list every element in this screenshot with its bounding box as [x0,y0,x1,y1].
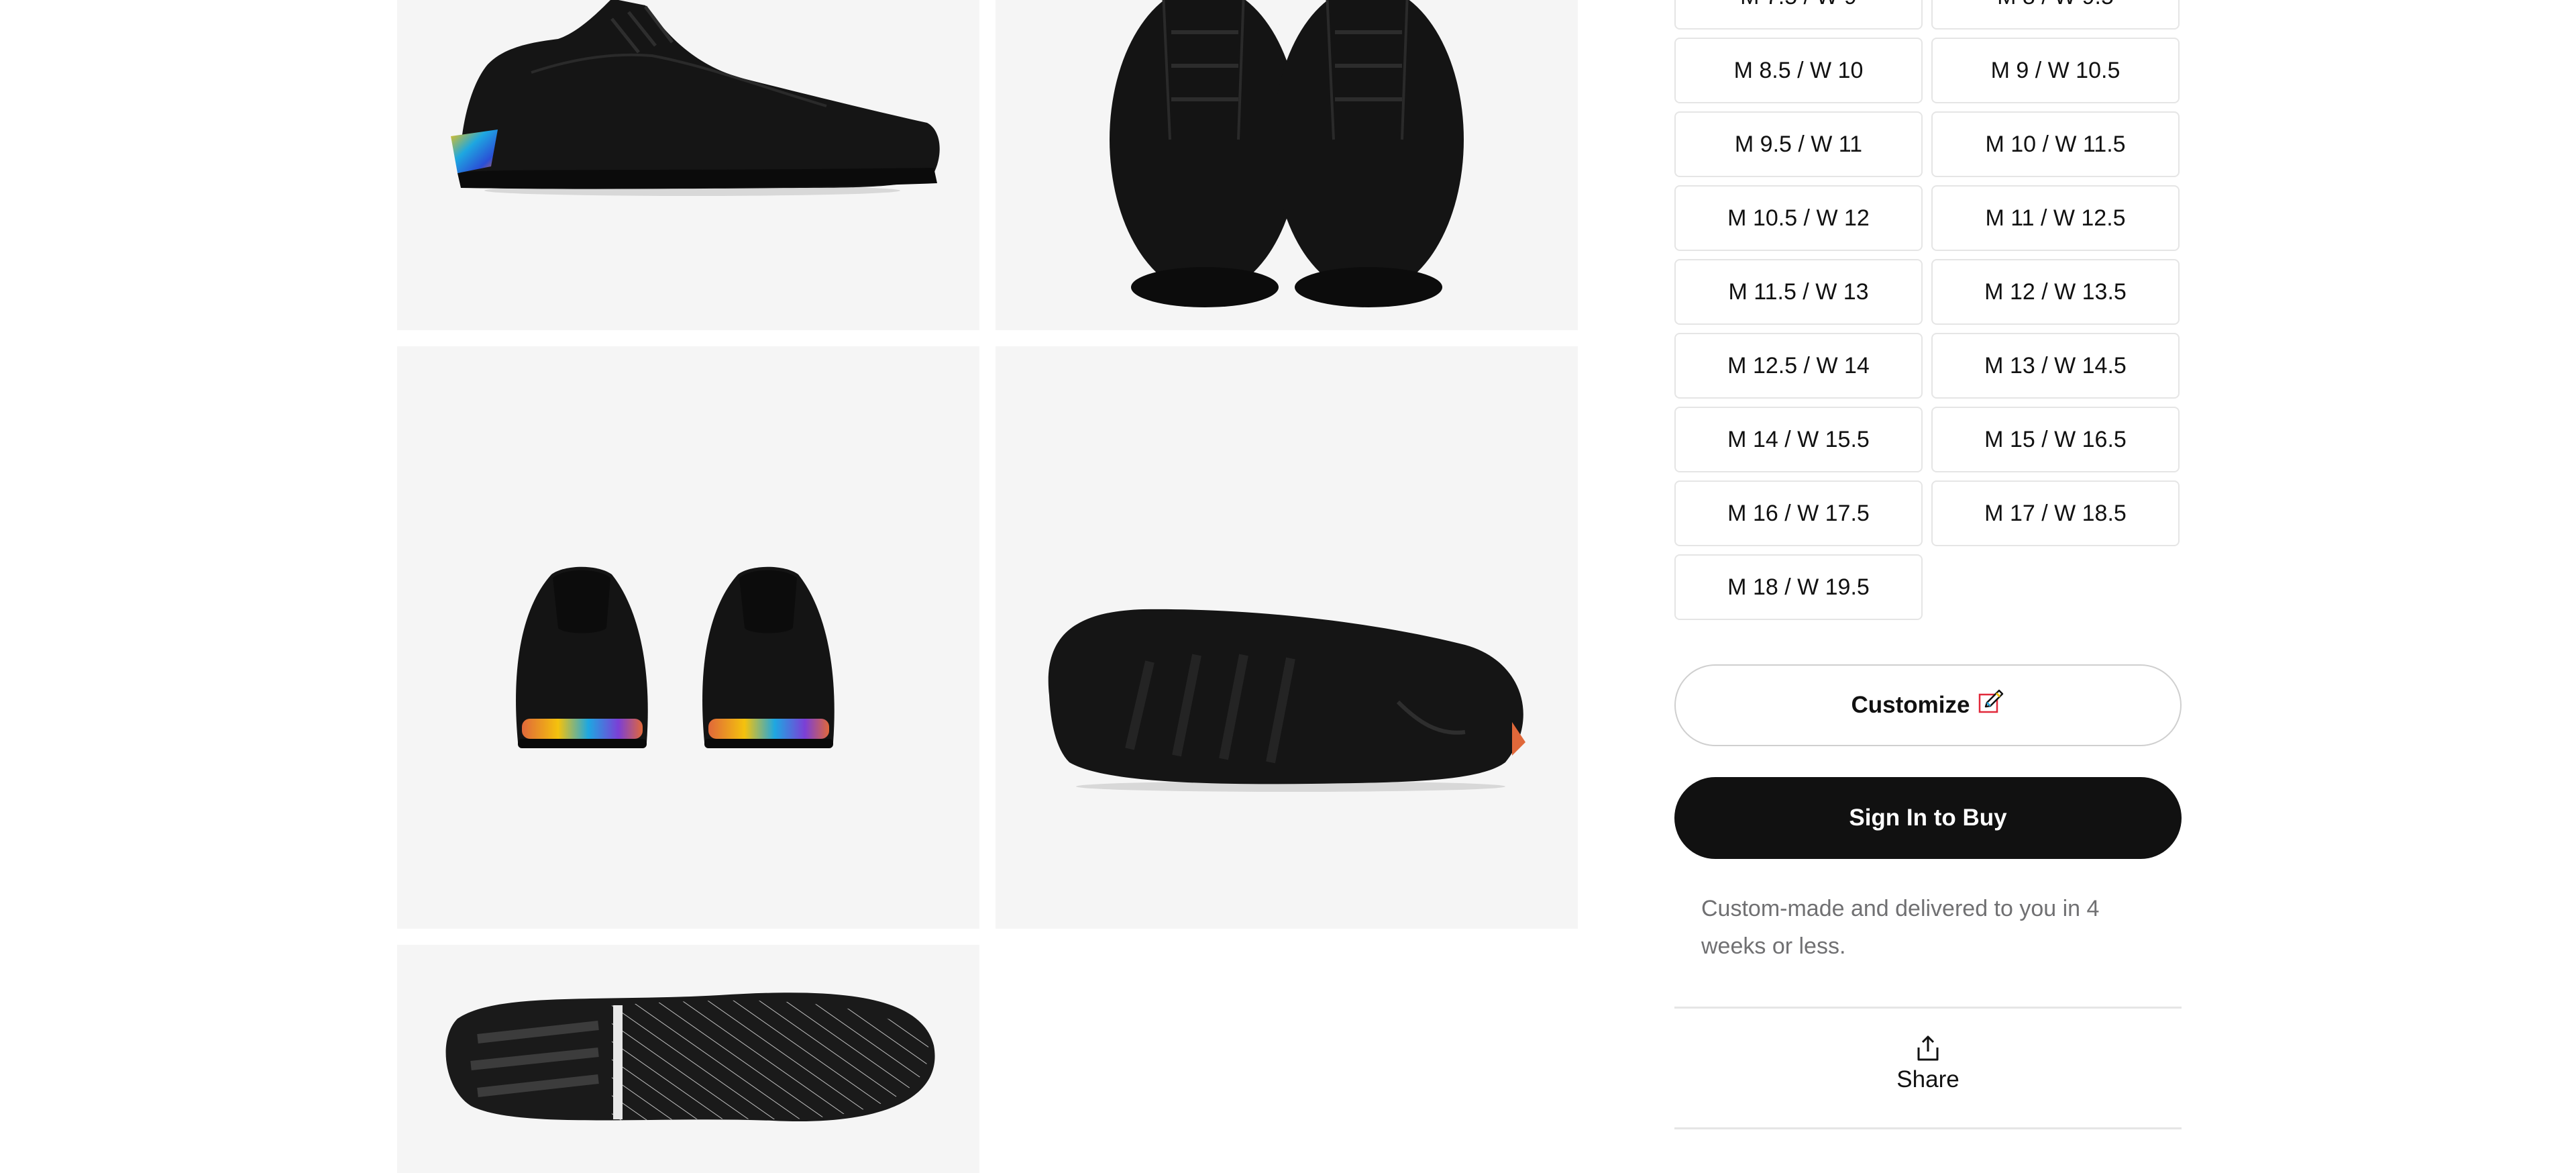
size-label: M 9 / W 10.5 [1990,57,2121,83]
customize-button[interactable]: Customize [1674,664,2182,746]
delivery-note: Custom-made and delivered to you in 4 we… [1701,896,2100,959]
divider [1674,1127,2182,1129]
shoe-heel-image[interactable] [397,346,979,929]
divider [1674,1007,2182,1009]
shoe-outsole-image[interactable] [996,346,1578,929]
size-option[interactable]: M 15 / W 16.5 [1931,407,2180,472]
size-option[interactable]: M 11.5 / W 13 [1674,259,1923,325]
customize-label: Customize [1851,692,1970,718]
shoe-top-image[interactable] [996,0,1578,330]
shoe-top-illustration [1110,0,1464,307]
size-label: M 9.5 / W 11 [1734,131,1863,157]
size-label: M 12.5 / W 14 [1727,352,1870,378]
size-label: M 15 / W 16.5 [1984,426,2127,452]
share-label: Share [1896,1066,1960,1092]
size-option[interactable]: M 16 / W 17.5 [1674,480,1923,546]
size-label: M 10 / W 11.5 [1985,131,2126,157]
size-label: M 7.5 / W 9 [1740,0,1857,10]
size-option[interactable]: M 7.5 / W 9 [1674,0,1923,30]
size-label: M 8 / W 9.5 [1997,0,2114,10]
size-option[interactable]: M 13 / W 14.5 [1931,333,2180,399]
size-label: M 11 / W 12.5 [1985,205,2126,231]
size-label: M 14 / W 15.5 [1727,426,1870,452]
size-option[interactable]: M 10.5 / W 12 [1674,185,1923,251]
size-option[interactable]: M 18 / W 19.5 [1674,554,1923,620]
size-option[interactable]: M 9 / W 10.5 [1931,38,2180,103]
shoe-outsole-illustration [1048,609,1525,792]
size-label: M 17 / W 18.5 [1984,500,2127,526]
share-button[interactable]: Share [1674,1020,2182,1107]
customize-pencil-icon [1979,689,2004,713]
size-label: M 18 / W 19.5 [1727,574,1870,600]
shoe-insole-illustration [445,992,935,1122]
size-label: M 10.5 / W 12 [1727,205,1870,231]
size-label: M 8.5 / W 10 [1733,57,1864,83]
size-option[interactable]: M 9.5 / W 11 [1674,111,1923,177]
shoe-side-image[interactable] [397,0,979,330]
share-icon [1917,1035,1939,1061]
size-label: M 16 / W 17.5 [1727,500,1870,526]
size-option[interactable]: M 11 / W 12.5 [1931,185,2180,251]
size-label: M 11.5 / W 13 [1728,278,1869,305]
size-option[interactable]: M 12.5 / W 14 [1674,333,1923,399]
sign-in-to-buy-button[interactable]: Sign In to Buy [1674,777,2182,859]
shoe-side-illustration [451,0,940,196]
size-option[interactable]: M 10 / W 11.5 [1931,111,2180,177]
shoe-heel-illustration [516,566,835,748]
size-label: M 12 / W 13.5 [1984,278,2127,305]
size-option[interactable]: M 17 / W 18.5 [1931,480,2180,546]
size-option[interactable]: M 14 / W 15.5 [1674,407,1923,472]
shoe-insole-image[interactable] [397,945,979,1173]
size-option[interactable]: M 8 / W 9.5 [1931,0,2180,30]
size-label: M 13 / W 14.5 [1984,352,2127,378]
size-option[interactable]: M 8.5 / W 10 [1674,38,1923,103]
size-option[interactable]: M 12 / W 13.5 [1931,259,2180,325]
buy-label: Sign In to Buy [1849,805,2007,831]
